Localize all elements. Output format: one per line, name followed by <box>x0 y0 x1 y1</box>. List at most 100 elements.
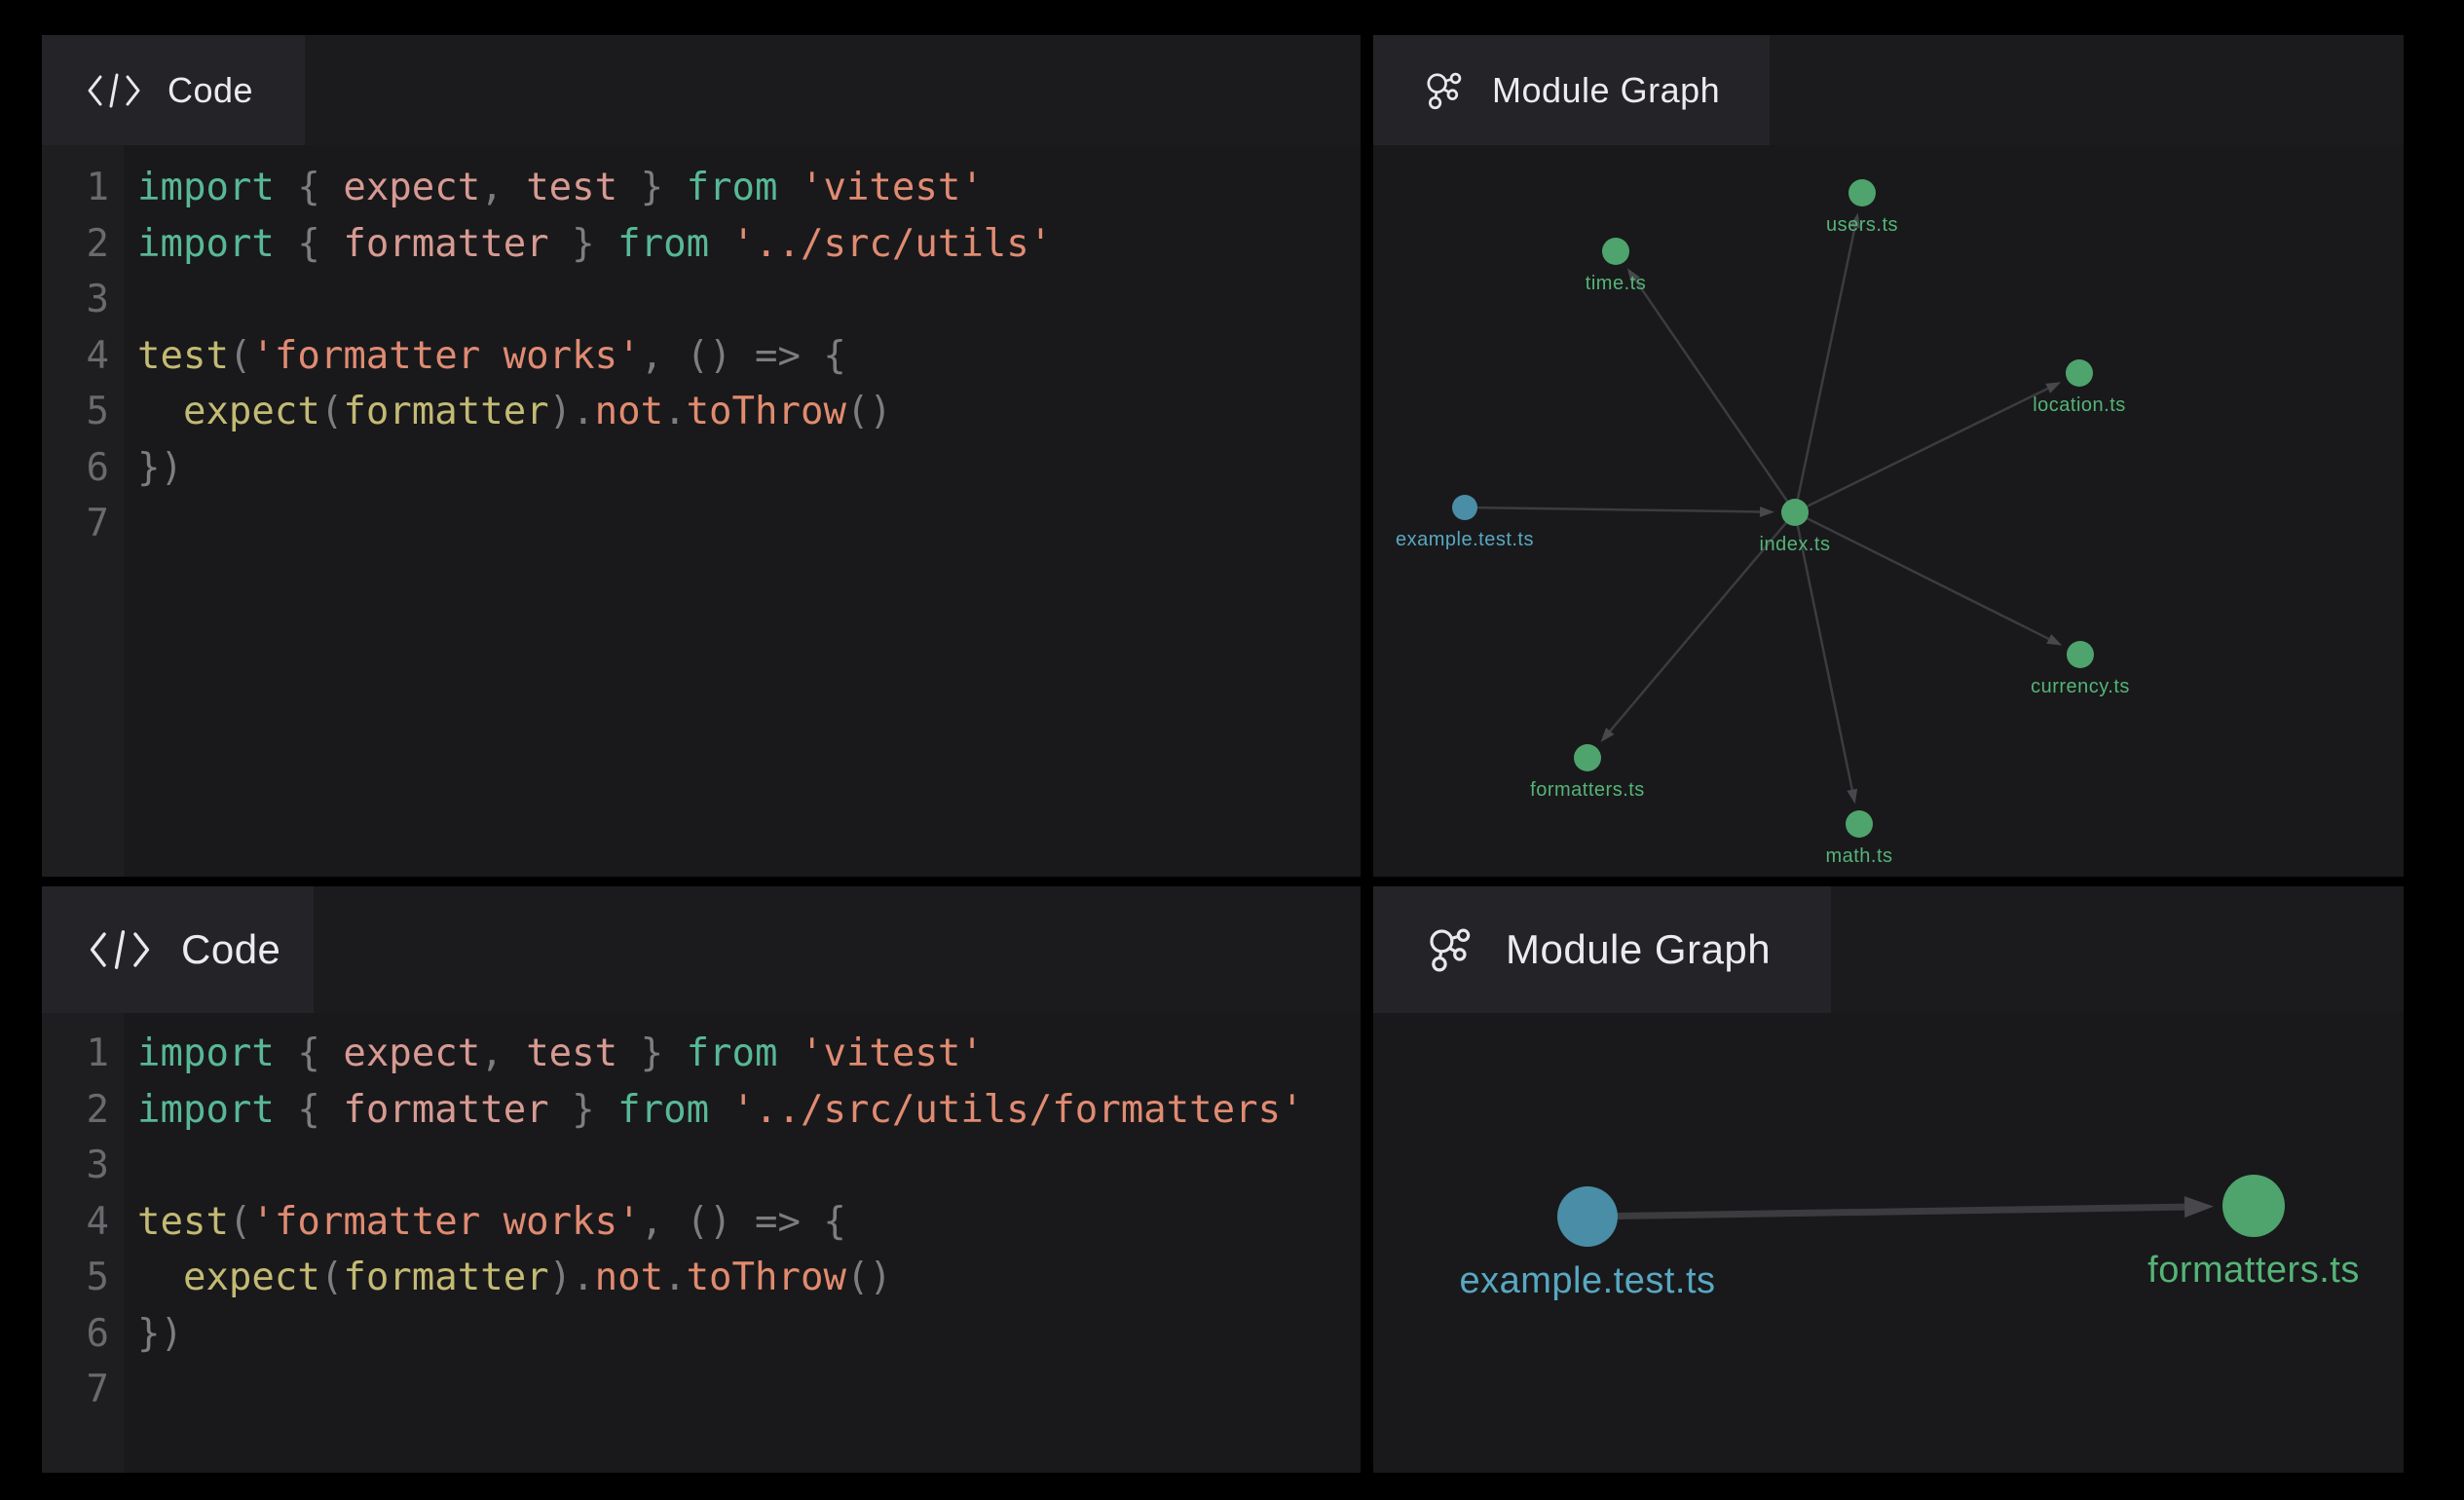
graph-node-time.ts[interactable]: time.ts <box>1586 238 1646 294</box>
code-token: formatter <box>343 1088 548 1132</box>
graph-node-circle[interactable] <box>1848 179 1876 206</box>
code-text <box>124 496 137 552</box>
code-text <box>124 1362 137 1418</box>
code-line: 1import { expect, test } from 'vitest' <box>42 160 1361 216</box>
code-token: not <box>595 390 663 433</box>
code-token: from <box>687 1031 778 1075</box>
code-token: } <box>549 1088 617 1132</box>
code-token: '../src/utils' <box>732 222 1053 266</box>
code-text <box>124 272 137 328</box>
line-number: 2 <box>42 216 124 273</box>
graph-node-users.ts[interactable]: users.ts <box>1826 179 1898 236</box>
graph-node-circle[interactable] <box>1602 238 1629 265</box>
code-token: 'formatter works' <box>251 1200 640 1244</box>
code-token: expect <box>183 1256 320 1299</box>
code-token: () <box>846 390 892 433</box>
code-line: 7 <box>42 1362 1361 1418</box>
code-token: } <box>549 222 617 266</box>
graph-node-label: formatters.ts <box>1530 779 1645 801</box>
graph-node-label: example.test.ts <box>1459 1260 1715 1301</box>
code-panel-top-header: Code <box>42 35 1361 145</box>
code-text: expect(formatter).not.toThrow() <box>124 384 892 440</box>
tab-module-graph-bottom[interactable]: Module Graph <box>1373 886 1831 1013</box>
graph-node-circle[interactable] <box>2066 359 2093 387</box>
code-token: ). <box>549 1256 595 1299</box>
graph-edge-arrowhead <box>1760 506 1774 517</box>
code-token: import <box>137 1088 275 1132</box>
code-token: }) <box>137 1312 183 1356</box>
code-line: 4test('formatter works', () => { <box>42 1194 1361 1251</box>
code-token <box>778 1031 801 1075</box>
graph-node-circle[interactable] <box>2067 641 2094 668</box>
code-token: from <box>617 1088 709 1132</box>
code-token: } <box>617 1031 686 1075</box>
module-graph-svg-bottom: example.test.ts formatters.ts <box>1373 1013 2404 1473</box>
code-token: ( <box>320 390 343 433</box>
graph-node-index.ts[interactable]: index.ts <box>1760 499 1831 555</box>
code-token: , <box>480 1031 526 1075</box>
tab-module-graph-label: Module Graph <box>1506 926 1771 973</box>
code-brackets-icon <box>88 928 152 971</box>
line-number: 6 <box>42 440 124 497</box>
code-token: }) <box>137 446 183 490</box>
graph-node-circle[interactable] <box>1557 1186 1618 1247</box>
graph-node-label: formatters.ts <box>2147 1250 2360 1291</box>
app-window: Code 1import { expect, test } from 'vite… <box>0 0 2464 1500</box>
graph-edge-arrowhead <box>2184 1196 2214 1218</box>
line-number: 4 <box>42 328 124 385</box>
code-token: () <box>846 1256 892 1299</box>
graph-node-label: time.ts <box>1586 273 1646 294</box>
code-token: expect <box>343 166 480 209</box>
code-line: 7 <box>42 496 1361 552</box>
code-text: test('formatter works', () => { <box>124 328 846 385</box>
code-token: expect <box>183 390 320 433</box>
graph-node-formatters.ts[interactable]: formatters.ts <box>1530 744 1645 801</box>
code-panel-top: Code 1import { expect, test } from 'vite… <box>42 35 1361 877</box>
module-graph-icon <box>1422 68 1467 113</box>
code-token: formatter <box>343 1256 548 1299</box>
line-number: 7 <box>42 496 124 552</box>
code-line: 6}) <box>42 440 1361 497</box>
code-line: 5 expect(formatter).not.toThrow() <box>42 384 1361 440</box>
code-token <box>137 390 183 433</box>
code-token: { <box>275 1031 343 1075</box>
code-text: expect(formatter).not.toThrow() <box>124 1250 892 1306</box>
line-number: 5 <box>42 384 124 440</box>
graph-edge-arrowhead <box>1847 789 1857 805</box>
tab-code-bottom[interactable]: Code <box>42 886 314 1013</box>
code-text: }) <box>124 1306 183 1363</box>
graph-node-formatters.ts[interactable]: formatters.ts <box>2147 1175 2360 1291</box>
graph-node-circle[interactable] <box>1846 810 1873 838</box>
graph-node-circle[interactable] <box>1781 499 1809 526</box>
graph-node-label: index.ts <box>1760 534 1831 555</box>
graph-node-label: currency.ts <box>2031 676 2130 697</box>
graph-edge-arrowhead <box>2045 382 2061 394</box>
tab-code-top[interactable]: Code <box>42 35 305 145</box>
code-text <box>124 1138 137 1194</box>
tab-code-label: Code <box>181 926 280 973</box>
code-token: . <box>663 390 686 433</box>
graph-node-circle[interactable] <box>1452 495 1477 520</box>
graph-node-currency.ts[interactable]: currency.ts <box>2031 641 2130 697</box>
graph-edge-example-formatters <box>1587 1207 2184 1217</box>
graph-edge-arrowhead <box>2046 634 2062 646</box>
code-panel-bottom-header: Code <box>42 886 1361 1013</box>
graph-node-circle[interactable] <box>1574 744 1601 771</box>
graph-node-math.ts[interactable]: math.ts <box>1825 810 1892 867</box>
code-line: 5 expect(formatter).not.toThrow() <box>42 1250 1361 1306</box>
code-token: formatter <box>343 222 548 266</box>
module-graph-canvas-bottom: example.test.ts formatters.ts <box>1373 1013 2404 1473</box>
code-token: import <box>137 1031 275 1075</box>
code-token: from <box>687 166 778 209</box>
graph-node-example.test.ts[interactable]: example.test.ts <box>1459 1186 1715 1301</box>
code-text: import { expect, test } from 'vitest' <box>124 1026 984 1082</box>
code-token: { <box>275 222 343 266</box>
graph-node-example.test.ts[interactable]: example.test.ts <box>1396 495 1534 550</box>
code-token: , () => { <box>641 1200 846 1244</box>
graph-node-circle[interactable] <box>2222 1175 2285 1237</box>
tab-module-graph-top[interactable]: Module Graph <box>1373 35 1770 145</box>
code-token: '../src/utils/formatters' <box>732 1088 1304 1132</box>
line-number: 1 <box>42 1026 124 1082</box>
code-token: from <box>617 222 709 266</box>
line-number: 7 <box>42 1362 124 1418</box>
